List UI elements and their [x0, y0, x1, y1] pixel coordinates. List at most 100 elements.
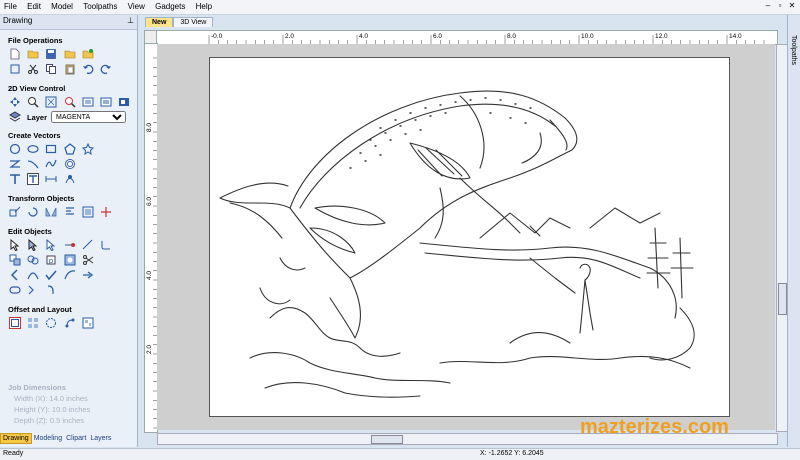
menu-help[interactable]: Help: [192, 0, 216, 14]
menu-toolpaths[interactable]: Toolpaths: [79, 0, 121, 14]
dimension-icon[interactable]: [45, 173, 57, 185]
trout-fly-fishing-vector-drawing[interactable]: [210, 58, 729, 416]
menu-view[interactable]: View: [124, 0, 149, 14]
ruler-top-label: 8.0: [507, 33, 516, 40]
node-edit-icon[interactable]: [27, 239, 39, 251]
export-icon[interactable]: [82, 48, 94, 60]
spiral-icon[interactable]: [64, 158, 76, 170]
notch-icon[interactable]: [27, 284, 39, 296]
ruler-top-label: 6.0: [433, 33, 442, 40]
new-file-icon[interactable]: [9, 48, 21, 60]
pin-icon[interactable]: ⊥: [127, 16, 134, 25]
menu-model[interactable]: Model: [47, 0, 77, 14]
ruler-top-label: 10.0: [581, 33, 594, 40]
rectangle-icon[interactable]: [45, 143, 57, 155]
file-ops-row-2: [9, 63, 137, 78]
fillet-corner-icon[interactable]: [45, 284, 57, 296]
rounded-rect-icon[interactable]: [9, 284, 21, 296]
toolpaths-side-tab[interactable]: Toolpaths: [787, 15, 800, 447]
open-folder-icon[interactable]: [27, 48, 39, 60]
watermark-text: mazterizes.com: [580, 416, 729, 438]
view-box-icon[interactable]: [82, 96, 94, 108]
smart-join-icon[interactable]: p: [45, 254, 57, 266]
undo-icon[interactable]: [82, 63, 94, 75]
create-row-1: [9, 143, 137, 158]
move-icon[interactable]: [9, 206, 21, 218]
ruler-left-label: 6.0: [146, 197, 153, 206]
tab-modeling[interactable]: Modeling: [32, 434, 64, 443]
document-tabs: New 3D View: [145, 17, 214, 28]
offset-icon[interactable]: [9, 317, 21, 329]
vertical-scroll-thumb[interactable]: [778, 283, 787, 315]
close-icon[interactable]: ✕: [786, 1, 798, 10]
layer-select[interactable]: MAGENTA: [51, 111, 127, 123]
nesting-icon[interactable]: [82, 317, 94, 329]
polyline-icon[interactable]: [9, 158, 21, 170]
save-icon[interactable]: [45, 48, 57, 60]
star-icon[interactable]: [81, 143, 94, 155]
import-icon[interactable]: [64, 48, 76, 60]
copy-icon[interactable]: [45, 63, 57, 75]
tab-new[interactable]: New: [145, 17, 174, 27]
arc-icon[interactable]: [27, 158, 39, 170]
section-edit-objects: Edit Objects: [8, 227, 52, 236]
menu-edit[interactable]: Edit: [23, 0, 45, 14]
fillet-icon[interactable]: [100, 239, 112, 251]
text-icon[interactable]: [9, 173, 21, 185]
text-on-curve-icon[interactable]: [27, 173, 40, 185]
extend-icon[interactable]: [82, 239, 94, 251]
copy-along-vector-icon[interactable]: [64, 317, 76, 329]
view-list-icon[interactable]: [100, 96, 112, 108]
align-icon[interactable]: [64, 206, 76, 218]
rotate-icon[interactable]: [27, 206, 39, 218]
tab-layers[interactable]: Layers: [88, 434, 113, 443]
polygon-icon[interactable]: [64, 143, 76, 155]
scale-icon[interactable]: [82, 206, 94, 218]
pan-icon[interactable]: [9, 96, 21, 108]
scissors-icon[interactable]: [82, 254, 94, 266]
layer-label: Layer: [27, 113, 48, 122]
tab-clipart[interactable]: Clipart: [64, 434, 88, 443]
select-icon[interactable]: [9, 239, 21, 251]
menu-gadgets[interactable]: Gadgets: [151, 0, 189, 14]
horizontal-scroll-thumb[interactable]: [371, 435, 403, 444]
transform-select-icon[interactable]: [45, 239, 57, 251]
ellipse-icon[interactable]: [27, 143, 39, 155]
ruler-left-label: 8.0: [146, 123, 153, 132]
check-icon[interactable]: [45, 269, 58, 281]
mirror-icon[interactable]: [45, 206, 57, 218]
bezier-icon[interactable]: [64, 269, 76, 281]
job-height: Height (Y): 10.0 inches: [14, 405, 91, 414]
zoom-extents-icon[interactable]: [45, 96, 57, 108]
section-transform-objects: Transform Objects: [8, 194, 75, 203]
job-setup-icon[interactable]: [9, 63, 21, 75]
redo-icon[interactable]: [100, 63, 112, 75]
weld-icon[interactable]: [27, 254, 39, 266]
trace-bitmap-icon[interactable]: [64, 173, 76, 185]
subtract-icon[interactable]: [64, 254, 76, 266]
tab-drawing[interactable]: Drawing: [0, 433, 32, 444]
curve-fit-icon[interactable]: [27, 269, 39, 281]
material-sheet[interactable]: [209, 57, 730, 417]
offset-row: [9, 317, 137, 332]
paste-icon[interactable]: [64, 63, 76, 75]
restore-icon[interactable]: ▫: [774, 1, 786, 10]
transform-row: [9, 206, 137, 221]
bracket-left-icon[interactable]: [9, 269, 21, 281]
interactive-trim-icon[interactable]: [64, 239, 76, 251]
zoom-box-icon[interactable]: [64, 96, 76, 108]
curve-icon[interactable]: [45, 158, 58, 170]
tab-3d-view[interactable]: 3D View: [173, 17, 214, 27]
minimize-icon[interactable]: –: [762, 1, 774, 10]
array-icon[interactable]: [27, 317, 39, 329]
zoom-in-icon[interactable]: [27, 96, 39, 108]
join-icon[interactable]: [9, 254, 21, 266]
circular-array-icon[interactable]: [45, 317, 57, 329]
nudge-icon[interactable]: [100, 206, 112, 218]
menu-file[interactable]: File: [0, 0, 21, 14]
view-split-icon[interactable]: [118, 96, 130, 108]
cut-icon[interactable]: [27, 63, 39, 75]
arrow-right-icon[interactable]: [82, 269, 94, 281]
circle-icon[interactable]: [9, 143, 21, 155]
section-create-vectors: Create Vectors: [8, 131, 61, 140]
